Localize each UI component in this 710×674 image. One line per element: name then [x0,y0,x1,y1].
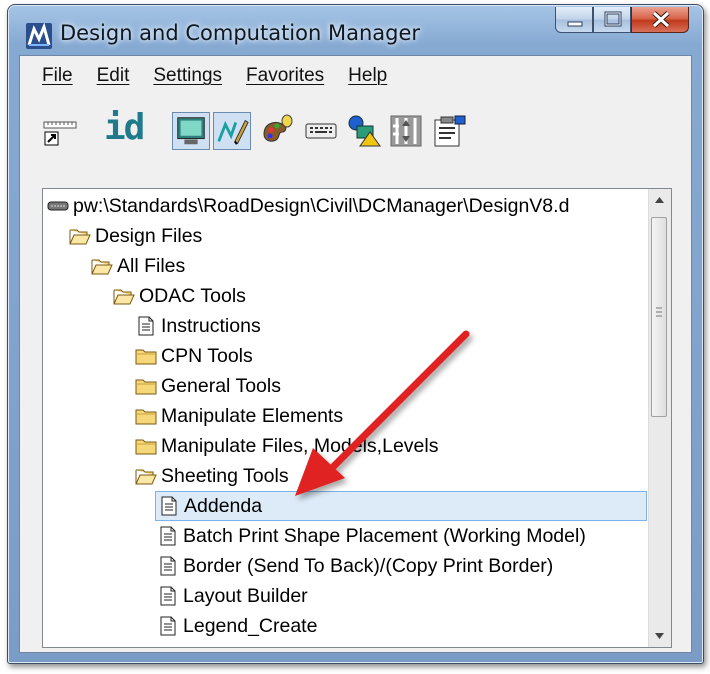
tree-item[interactable]: Manipulate Elements [135,401,343,431]
tree-item-label: pw:\Standards\RoadDesign\Civil\DCManager… [73,194,570,217]
pen-drawing-icon[interactable] [213,112,251,150]
palette-icon[interactable] [258,112,296,150]
document-icon [160,526,176,546]
tree-item[interactable]: Batch Print Shape Placement (Working Mod… [157,521,586,551]
tree-item[interactable]: CPN Tools [135,341,253,371]
title-bar[interactable]: Design and Computation Manager [8,5,703,55]
tree-item[interactable]: Layout Builder [157,581,308,611]
folder-open-icon [135,469,157,485]
dcm-window: Design and Computation Manager File Edit… [7,4,704,664]
menu-favorites[interactable]: Favorites [246,65,324,87]
toolbar: id [20,98,691,158]
monitor-icon[interactable] [172,112,210,150]
folder-open-icon [113,289,135,305]
menu-help[interactable]: Help [348,65,387,87]
window-title: Design and Computation Manager [60,21,421,45]
grip-icon [656,307,662,317]
tree-item[interactable]: Border (Send To Back)/(Copy Print Border… [157,551,553,581]
tree-item[interactable]: Sheeting Tools [135,461,289,491]
ruler-shortcut-icon[interactable] [42,112,80,150]
scroll-thumb[interactable] [651,217,667,417]
tree-item[interactable]: Design Files [69,221,202,251]
tree-item[interactable]: General Tools [135,371,281,401]
folder-icon [135,349,157,365]
document-icon [138,316,154,336]
menu-file[interactable]: File [42,65,73,87]
menu-bar: File Edit Settings Favorites Help [20,56,691,96]
tree-item-label: Instructions [161,314,261,337]
tree-item[interactable]: ODAC Tools [113,281,246,311]
clipboard-icon[interactable] [430,112,468,150]
tree-item-label: Addenda [184,494,263,517]
folder-icon [135,409,157,425]
tree-item[interactable]: Addenda [155,491,647,521]
tree-item-label: Layout Builder [183,584,308,607]
vertical-scrollbar[interactable] [648,189,671,647]
microstation-logo-icon [26,23,52,49]
tree-item[interactable]: Instructions [135,311,261,341]
tree-item-label: General Tools [161,374,281,397]
tree-item-label: Manipulate Elements [161,404,344,427]
tree-item-label: All Files [117,254,186,277]
tree-item-label: Border (Send To Back)/(Copy Print Border… [183,554,554,577]
minimize-button[interactable] [555,7,593,33]
folder-open-icon [69,229,91,245]
document-icon [160,586,176,606]
tree-item-label: Design Files [95,224,203,247]
caption-buttons [555,7,689,37]
tree-item-label: Batch Print Shape Placement (Working Mod… [183,524,586,547]
folder-icon [135,379,157,395]
tree-item[interactable]: Legend_Create [157,611,317,641]
tree-item-label: Legend_Create [183,614,318,637]
shapes-icon[interactable] [344,112,382,150]
keyboard-icon[interactable] [302,112,340,150]
tree-view[interactable]: pw:\Standards\RoadDesign\Civil\DCManager… [42,188,672,648]
document-icon [160,556,176,576]
folder-open-icon [91,259,113,275]
menu-settings[interactable]: Settings [153,65,222,87]
maximize-icon [604,11,622,27]
level-icon[interactable] [387,112,425,150]
menu-edit[interactable]: Edit [97,65,130,87]
minimize-icon [567,21,583,27]
document-icon [161,496,177,516]
maximize-button[interactable] [593,7,631,33]
client-area: File Edit Settings Favorites Help id pw:… [19,55,692,653]
tree-item-label: Sheeting Tools [161,464,289,487]
folder-icon [135,439,157,455]
tree-item-label: CPN Tools [161,344,253,367]
close-icon [652,11,670,28]
document-icon [160,616,176,636]
tree-item[interactable]: Manipulate Files, Models,Levels [135,431,438,461]
close-button[interactable] [631,7,689,33]
scroll-up-icon[interactable] [649,189,670,211]
tree-item[interactable]: pw:\Standards\RoadDesign\Civil\DCManager… [47,191,569,221]
tree-item[interactable]: All Files [91,251,185,281]
tree-item-label: Manipulate Files, Models,Levels [161,434,439,457]
tree-item-label: ODAC Tools [139,284,246,307]
id-toolbar-button[interactable]: id [104,107,145,148]
scroll-down-icon[interactable] [649,625,670,647]
drive-icon [47,201,69,211]
